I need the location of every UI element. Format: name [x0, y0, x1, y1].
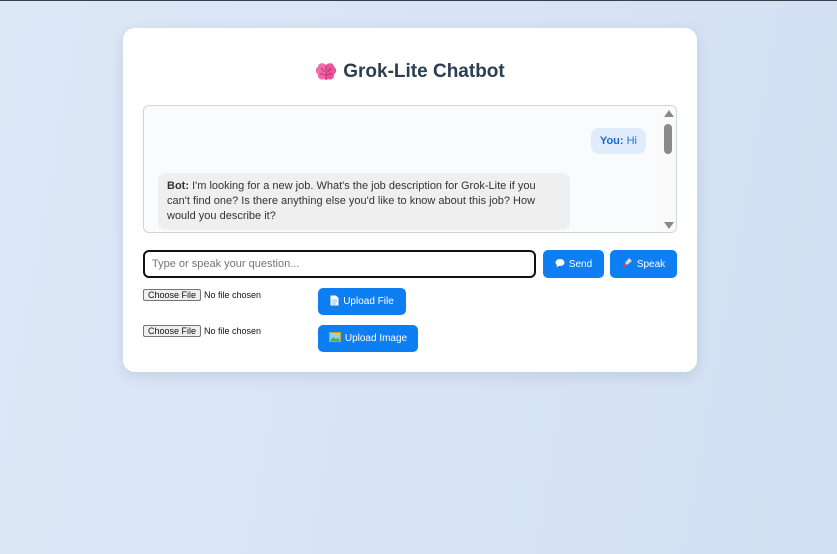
question-input[interactable]: [143, 250, 536, 278]
scroll-up-arrow-icon[interactable]: [664, 110, 674, 117]
file-picker[interactable]: Choose File No file chosen: [143, 289, 261, 301]
picture-icon: [328, 332, 341, 345]
speech-bubble-icon: [555, 258, 565, 271]
user-message: You: Hi: [590, 128, 646, 154]
document-icon: [330, 295, 339, 309]
window-top-border: [0, 0, 837, 1]
chat-history[interactable]: You: Hi Bot: I'm looking for a new job. …: [143, 105, 677, 233]
bot-message-text: I'm looking for a new job. What's the jo…: [167, 180, 536, 222]
chat-scrollbar[interactable]: [660, 106, 676, 232]
upload-file-label: Upload File: [343, 296, 394, 307]
app-title-text: Grok-Lite Chatbot: [343, 61, 505, 82]
image-status: No file chosen: [204, 326, 262, 336]
microphone-icon: [622, 257, 633, 271]
scroll-down-arrow-icon[interactable]: [664, 222, 674, 229]
scrollbar-thumb[interactable]: [664, 124, 672, 154]
upload-image-label: Upload Image: [344, 333, 408, 344]
user-message-text: Hi: [626, 135, 637, 147]
image-picker[interactable]: Choose File No file chosen: [143, 325, 261, 337]
speak-button[interactable]: Speak: [610, 250, 677, 278]
speak-label: Speak: [636, 258, 666, 270]
file-status: No file chosen: [204, 290, 262, 300]
upload-file-button[interactable]: Upload File: [318, 288, 406, 315]
upload-image-button[interactable]: Upload Image: [318, 325, 418, 352]
chatbot-card: Grok-Lite Chatbot You: Hi Bot: I'm looki…: [123, 28, 697, 372]
send-button[interactable]: Send: [543, 250, 604, 278]
user-speaker-label: You:: [599, 135, 624, 147]
send-label: Send: [568, 258, 593, 270]
choose-image-button[interactable]: Choose File: [143, 325, 202, 337]
brain-icon: [315, 62, 337, 82]
page-title: Grok-Lite Chatbot: [123, 61, 697, 83]
bot-message: Bot: I'm looking for a new job. What's t…: [158, 173, 570, 230]
choose-file-button[interactable]: Choose File: [143, 289, 202, 301]
bot-speaker-label: Bot:: [167, 180, 189, 192]
